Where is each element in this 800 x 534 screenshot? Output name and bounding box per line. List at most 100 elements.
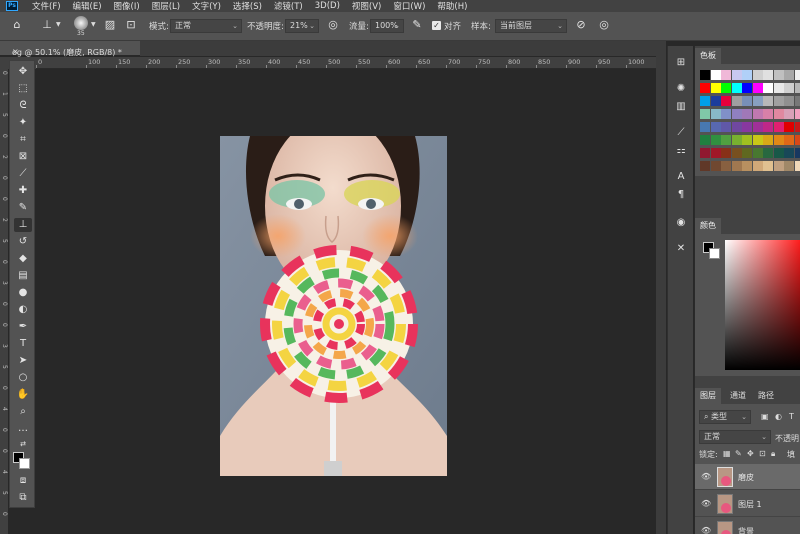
menu-help[interactable]: 帮助(H) <box>437 0 467 12</box>
color-swatch[interactable] <box>742 70 752 80</box>
color-swatch[interactable] <box>752 83 763 93</box>
color-swatch[interactable] <box>773 83 784 93</box>
menu-edit[interactable]: 编辑(E) <box>73 0 102 12</box>
color-swatch[interactable] <box>763 109 773 119</box>
color-swatch[interactable] <box>794 83 800 93</box>
type-tool-icon[interactable]: T <box>14 337 32 351</box>
color-swatch[interactable] <box>752 135 763 145</box>
zoom-tool-icon[interactable]: ⌕ <box>14 405 32 419</box>
frame-tool-icon[interactable]: ⊠ <box>14 150 32 164</box>
layer-filter-select[interactable]: ⌕ 类型 ⌄ <box>699 410 751 424</box>
color-swatch[interactable] <box>773 96 784 106</box>
visibility-eye-icon[interactable]: 👁︎ <box>701 499 711 508</box>
color-swatch[interactable] <box>794 122 800 132</box>
color-swatch[interactable] <box>763 70 773 80</box>
clone-stamp-preset-icon[interactable]: ⊥ <box>40 18 54 32</box>
adjustments-panel-icon[interactable]: ✺ <box>672 82 690 96</box>
brush-settings-panel-icon[interactable]: ⟋ <box>672 126 690 140</box>
color-swatch[interactable] <box>731 83 742 93</box>
color-swatch[interactable] <box>784 109 794 119</box>
paragraph-panel-icon[interactable]: ¶ <box>672 188 690 202</box>
eyedropper-tool-icon[interactable]: ⟋ <box>14 167 32 181</box>
lasso-tool-icon[interactable]: ᘓ <box>14 99 32 113</box>
tab-color[interactable]: 颜色 <box>695 218 721 234</box>
clone-source-icon[interactable]: ⊡ <box>124 18 138 32</box>
color-swatch[interactable] <box>752 161 763 171</box>
pressure-size-icon[interactable]: ◎ <box>597 18 611 32</box>
menu-select[interactable]: 选择(S) <box>233 0 262 12</box>
home-icon[interactable]: ⌂ <box>10 18 24 32</box>
color-swatch[interactable] <box>773 148 784 158</box>
color-swatch[interactable] <box>752 70 763 80</box>
color-swatch[interactable] <box>721 109 731 119</box>
color-swatch[interactable] <box>700 161 710 171</box>
color-swatch[interactable] <box>731 161 742 171</box>
color-swatch[interactable] <box>710 161 721 171</box>
document-tab[interactable]: × og @ 50.1% (磨皮, RGB/8) * <box>0 41 140 57</box>
color-swatch[interactable] <box>784 83 794 93</box>
color-swatch[interactable] <box>784 70 794 80</box>
document-image[interactable] <box>220 136 447 476</box>
color-bg-swatch[interactable] <box>709 248 720 259</box>
ignore-adjustment-layers-icon[interactable]: ⊘ <box>574 18 588 32</box>
color-swatch[interactable] <box>773 109 784 119</box>
color-swatch[interactable] <box>731 135 742 145</box>
filter-image-icon[interactable]: ▣ <box>761 412 769 421</box>
blur-tool-icon[interactable]: ● <box>14 286 32 300</box>
color-swatch[interactable] <box>773 135 784 145</box>
tab-paths[interactable]: 路径 <box>753 388 779 404</box>
mode-select[interactable]: 正常 ⌄ <box>170 19 242 33</box>
path-selection-tool-icon[interactable]: ➤ <box>14 354 32 368</box>
menu-image[interactable]: 图像(I) <box>114 0 140 12</box>
color-swatch[interactable] <box>784 148 794 158</box>
visibility-eye-icon[interactable]: 👁︎ <box>701 472 711 481</box>
lock-all-icon[interactable]: 🔒︎ <box>771 449 775 459</box>
tab-swatches[interactable]: 色板 <box>695 48 721 64</box>
more-tools-icon[interactable]: … <box>14 422 32 436</box>
color-swatch[interactable] <box>731 96 742 106</box>
color-swatch[interactable] <box>794 135 800 145</box>
brush-preview-icon[interactable] <box>74 16 88 30</box>
color-swatch[interactable] <box>700 148 710 158</box>
color-swatch[interactable] <box>710 122 721 132</box>
color-swatch[interactable] <box>700 83 710 93</box>
color-swatch[interactable] <box>710 70 721 80</box>
color-swatch[interactable] <box>721 96 731 106</box>
filter-type-icon[interactable]: T <box>789 412 794 421</box>
canvas-scrollbar[interactable] <box>656 41 666 534</box>
menu-filter[interactable]: 滤镜(T) <box>274 0 303 12</box>
color-picker-field[interactable] <box>725 240 800 370</box>
color-swatch[interactable] <box>784 135 794 145</box>
hand-tool-icon[interactable]: ✋ <box>14 388 32 402</box>
color-swatch[interactable] <box>742 96 752 106</box>
color-swatch[interactable] <box>721 70 731 80</box>
color-swatch[interactable] <box>784 161 794 171</box>
color-swatch[interactable] <box>700 135 710 145</box>
clone-stamp-tool-icon[interactable]: ⊥ <box>14 218 32 232</box>
brush-tool-icon[interactable]: ✎ <box>14 201 32 215</box>
gradient-tool-icon[interactable]: ▤ <box>14 269 32 283</box>
eraser-tool-icon[interactable]: ◆ <box>14 252 32 266</box>
color-swatch[interactable] <box>773 161 784 171</box>
color-swatch[interactable] <box>763 83 773 93</box>
character-panel-icon[interactable]: A <box>672 170 690 184</box>
menu-file[interactable]: 文件(F) <box>32 0 61 12</box>
color-swatch[interactable] <box>742 135 752 145</box>
color-swatch[interactable] <box>710 83 721 93</box>
brushes-panel-icon[interactable]: ⚏ <box>672 144 690 158</box>
libraries-panel-icon[interactable]: ▥ <box>672 100 690 114</box>
color-swatch[interactable] <box>763 135 773 145</box>
color-swatch[interactable] <box>742 83 752 93</box>
layer-row[interactable]: 👁︎ 图层 1 <box>695 491 800 517</box>
lock-artboard-icon[interactable]: ⊡ <box>759 449 766 458</box>
screen-mode-icon[interactable]: ⧉ <box>14 491 32 505</box>
color-swatch[interactable] <box>794 96 800 106</box>
color-swatch[interactable] <box>710 96 721 106</box>
color-swatch[interactable] <box>742 148 752 158</box>
menu-type[interactable]: 文字(Y) <box>192 0 221 12</box>
color-swatch[interactable] <box>773 122 784 132</box>
brush-settings-icon[interactable]: ▨ <box>103 18 117 32</box>
menu-view[interactable]: 视图(V) <box>352 0 381 12</box>
flow-input[interactable]: 100% ⌄ <box>370 19 404 33</box>
color-swatch[interactable] <box>731 70 742 80</box>
